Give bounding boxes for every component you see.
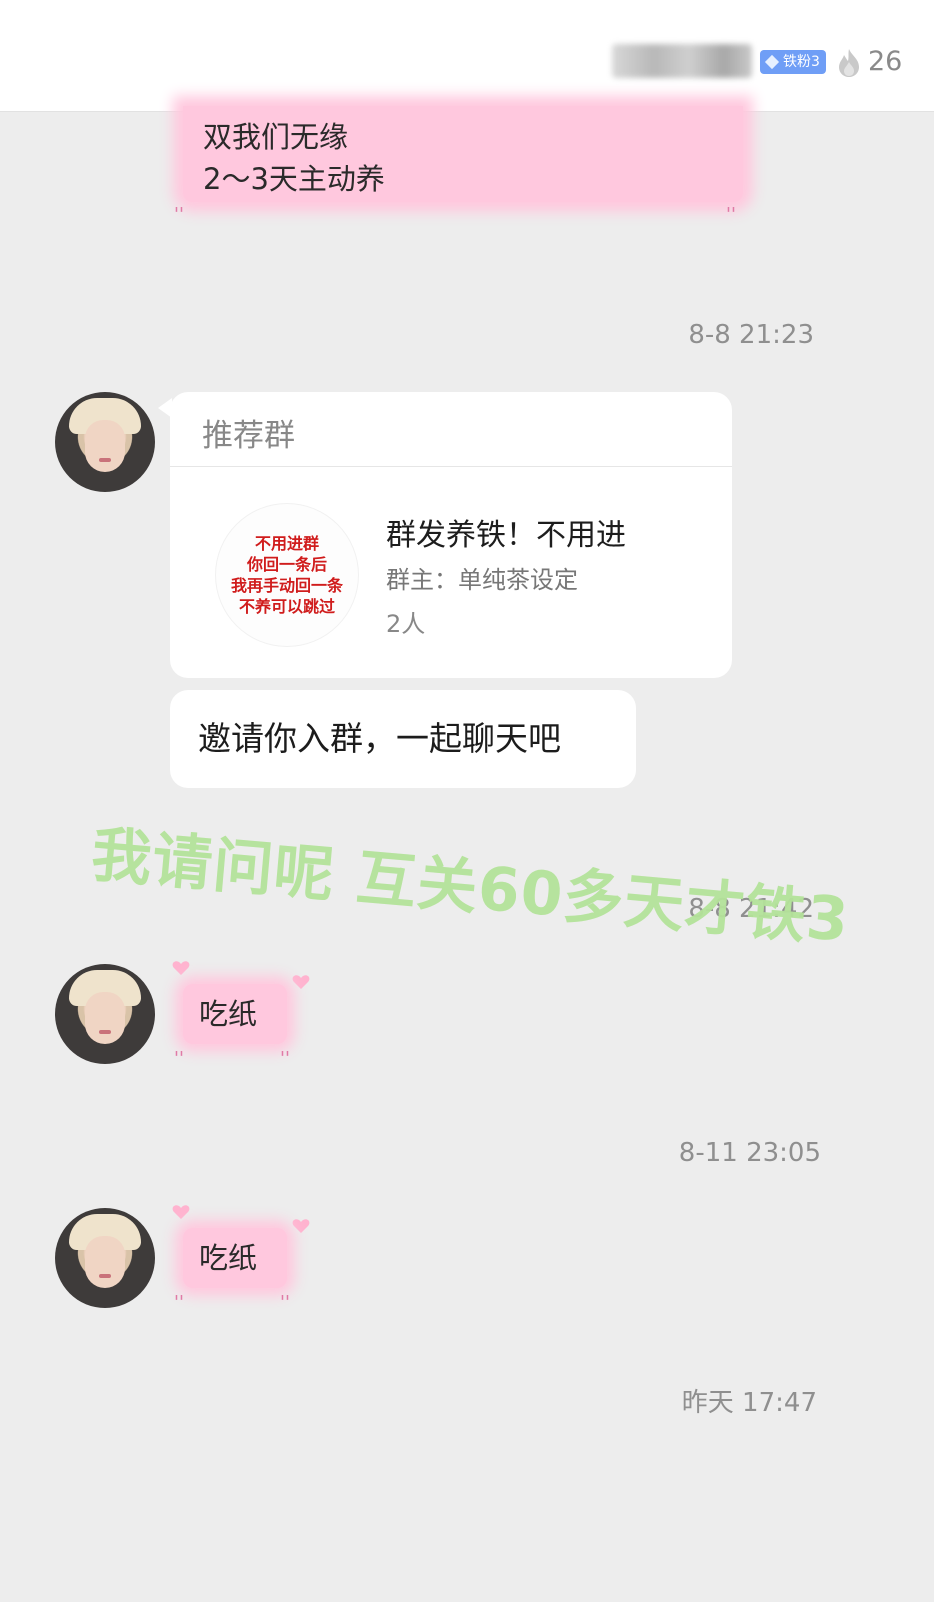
timestamp: 8-11 23:05 [678, 1138, 821, 1168]
invite-message-bubble[interactable]: 邀请你入群，一起聊天吧 [170, 690, 636, 788]
heart-icon [172, 1205, 190, 1219]
group-name: 群发养铁！不用进 [386, 518, 626, 553]
group-member-count: 2人 [386, 610, 426, 638]
group-avatar-line: 不用进群 [254, 534, 319, 553]
fan-badge-label: 铁粉3 [783, 54, 820, 70]
diamond-icon [764, 54, 780, 70]
message-line-1: 双我们无缘 [203, 120, 349, 154]
avatar[interactable] [55, 964, 155, 1064]
bubble-decor-left: '' [174, 204, 184, 225]
bubble-decor-left: '' [174, 1292, 184, 1313]
heart-icon [292, 975, 310, 989]
card-divider [170, 466, 732, 467]
bubble-decor-right: '' [280, 1292, 290, 1313]
group-avatar-line: 不养可以跳过 [238, 597, 335, 616]
message-bubble[interactable]: 吃纸 [183, 1228, 287, 1288]
flame-icon [839, 49, 859, 77]
group-owner: 群主：单纯茶设定 [386, 566, 578, 594]
heart-icon [292, 1219, 310, 1233]
group-avatar-line: 你回一条后 [246, 555, 327, 574]
message-bubble[interactable]: 吃纸 [183, 984, 287, 1044]
bubble-decor-left: '' [174, 1048, 184, 1069]
group-recommend-card[interactable]: 推荐群 不用进群 你回一条后 我再手动回一条 不养可以跳过 群发养铁！不用进 群… [170, 392, 732, 678]
message-bubble-top[interactable]: 双我们无缘 2～3天主动养 [183, 106, 743, 202]
card-title: 推荐群 [202, 418, 295, 454]
bubble-decor-right: '' [280, 1048, 290, 1069]
overlay-caption: 我请问呢 互关60多天才铁3 [88, 819, 853, 956]
avatar[interactable] [55, 392, 155, 492]
blurred-username[interactable] [612, 44, 752, 78]
fire-count: 26 [868, 46, 903, 77]
fan-level-badge[interactable]: 铁粉3 [760, 50, 826, 74]
heart-icon [172, 961, 190, 975]
chat-header: 铁粉3 26 [0, 0, 934, 112]
avatar[interactable] [55, 1208, 155, 1308]
timestamp: 昨天 17:47 [681, 1388, 817, 1418]
group-avatar: 不用进群 你回一条后 我再手动回一条 不养可以跳过 [216, 504, 358, 646]
bubble-decor-right: '' [726, 204, 736, 225]
message-line-2: 2～3天主动养 [203, 162, 385, 196]
group-avatar-line: 我再手动回一条 [230, 576, 343, 595]
timestamp: 8-8 21:23 [688, 320, 814, 350]
